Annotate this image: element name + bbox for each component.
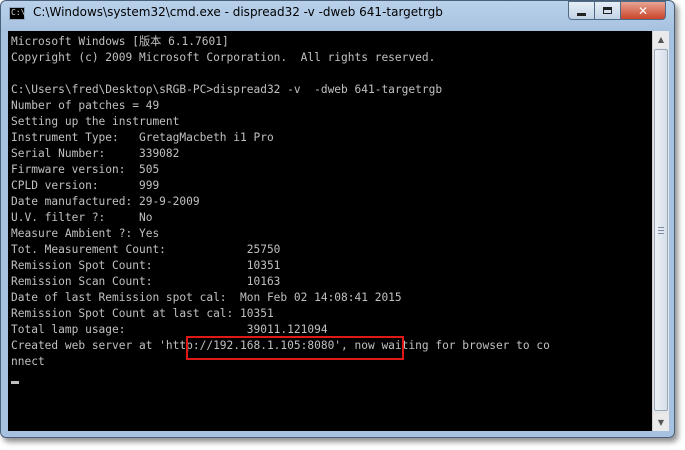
grip-line (658, 230, 664, 231)
console-line: Instrument Type: GretagMacbeth i1 Pro (11, 131, 274, 144)
console-line: Tot. Measurement Count: 25750 (11, 243, 281, 256)
scroll-down-button[interactable]: ▼ (653, 414, 669, 431)
close-button[interactable]: ✕ (620, 1, 666, 20)
console-line: Serial Number: 339082 (11, 147, 180, 160)
console-line: Number of patches = 49 (11, 99, 160, 112)
close-icon: ✕ (637, 3, 649, 18)
console-line: CPLD version: 999 (11, 179, 160, 192)
console-line: Remission Spot Count at last cal: 10351 (11, 307, 274, 320)
vertical-scrollbar[interactable]: ▲ ▼ (652, 31, 669, 431)
scrollbar-thumb[interactable] (654, 49, 668, 411)
console-line: Setting up the instrument (11, 115, 180, 128)
console-line: Date of last Remission spot cal: Mon Feb… (11, 291, 402, 304)
grip-line (658, 233, 664, 234)
minimize-button[interactable] (568, 1, 595, 20)
console-line: Measure Ambient ?: Yes (11, 227, 160, 240)
console-text: Microsoft Windows [版本 6.1.7601] Copyrigh… (8, 31, 652, 370)
cmd-app-icon[interactable]: C:\ (9, 7, 25, 20)
maximize-button[interactable] (594, 1, 621, 20)
console-line: Microsoft Windows [版本 6.1.7601] (11, 35, 229, 48)
arrow-up-icon: ▲ (657, 35, 665, 44)
console-line: Remission Scan Count: 10163 (11, 275, 281, 288)
console-line: Date manufactured: 29-9-2009 (11, 195, 200, 208)
console-line: U.V. filter ?: No (11, 211, 153, 224)
grip-line (658, 227, 664, 228)
scroll-up-button[interactable]: ▲ (653, 31, 669, 48)
text-cursor (11, 381, 19, 384)
console-line: nnect (11, 355, 45, 368)
maximize-icon (603, 7, 612, 14)
url-highlight-box (186, 336, 404, 360)
console-line: C:\Users\fred\Desktop\sRGB-PC>dispread32… (11, 83, 443, 96)
arrow-down-icon: ▼ (657, 418, 665, 427)
title-bar[interactable]: C:\ C:\Windows\system32\cmd.exe - dispre… (1, 1, 674, 27)
console-output[interactable]: Microsoft Windows [版本 6.1.7601] Copyrigh… (8, 31, 652, 431)
console-line: Total lamp usage: 39011.121094 (11, 323, 328, 336)
window-title: C:\Windows\system32\cmd.exe - dispread32… (33, 5, 443, 19)
console-line: Firmware version: 505 (11, 163, 160, 176)
minimize-icon (577, 12, 586, 16)
console-line: Copyright (c) 2009 Microsoft Corporation… (11, 51, 436, 64)
console-line: Remission Spot Count: 10351 (11, 259, 281, 272)
cmd-window: C:\ C:\Windows\system32\cmd.exe - dispre… (0, 0, 675, 438)
